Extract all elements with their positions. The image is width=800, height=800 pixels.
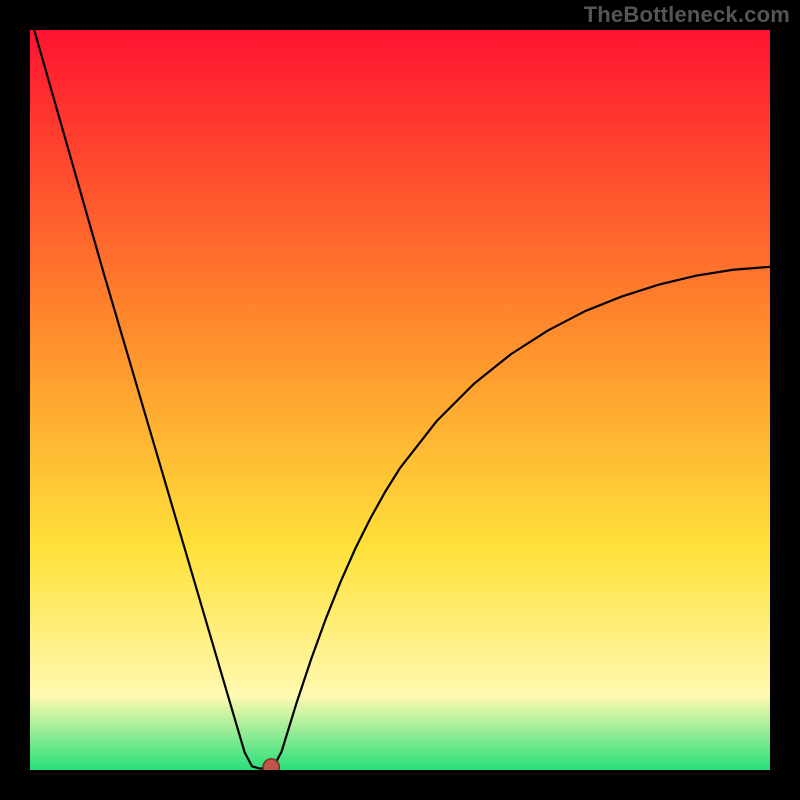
watermark-text: TheBottleneck.com bbox=[584, 2, 790, 28]
minimum-marker bbox=[263, 759, 279, 770]
plot-area bbox=[30, 30, 770, 770]
chart-stage: TheBottleneck.com bbox=[0, 0, 800, 800]
chart-svg bbox=[30, 30, 770, 770]
